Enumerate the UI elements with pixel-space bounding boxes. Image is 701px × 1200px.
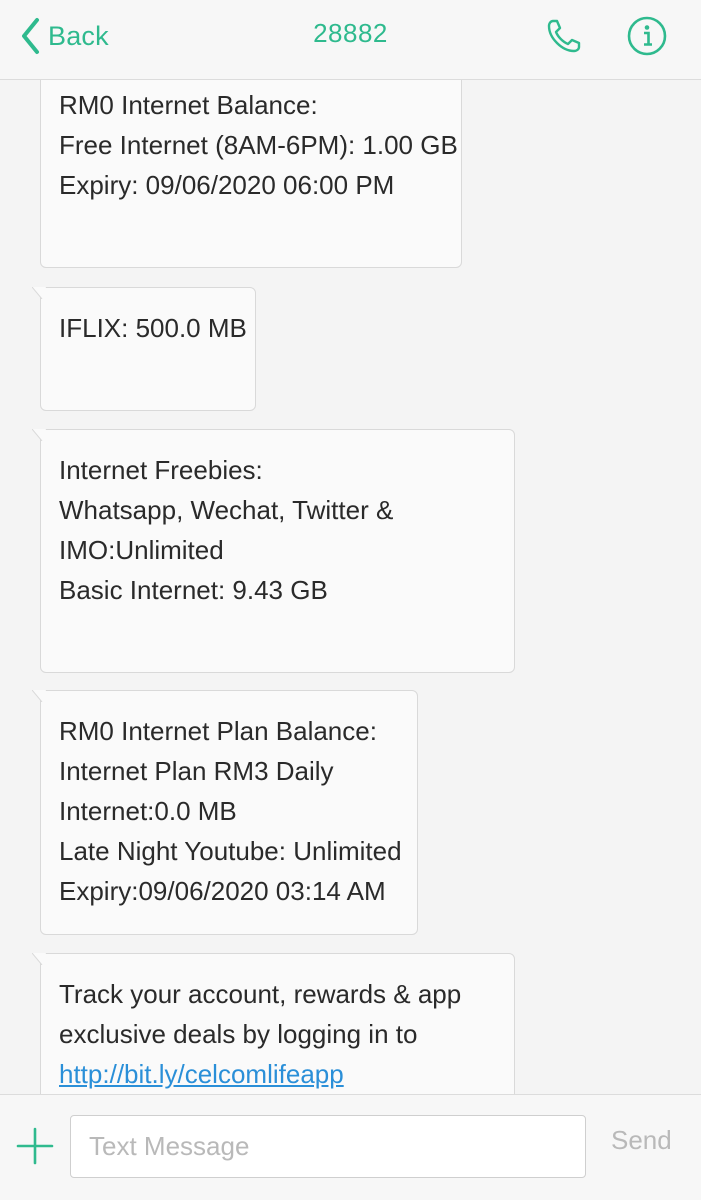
message-line: Expiry:09/06/2020 03:14 AM: [59, 876, 386, 906]
bubble-tail-icon: [32, 287, 46, 299]
message-line: IFLIX: 500.0 MB: [59, 313, 247, 343]
bubble-tail-icon: [32, 690, 46, 702]
message-bubble[interactable]: RM0 Internet Plan Balance: Internet Plan…: [32, 690, 418, 935]
message-line: RM0 Internet Balance:: [59, 90, 318, 120]
bubble-tail-icon: [32, 953, 46, 965]
message-line: Late Night Youtube: Unlimited: [59, 836, 402, 866]
message-line: Basic Internet: 9.43 GB: [59, 575, 328, 605]
message-line: Track your account, rewards & app: [59, 979, 462, 1009]
message-line: Internet:0.0 MB: [59, 796, 237, 826]
send-button[interactable]: Send: [611, 1125, 672, 1156]
message-line: RM0 Internet Plan Balance:: [59, 716, 377, 746]
phone-icon[interactable]: [544, 16, 584, 56]
conversation-title: 28882: [313, 18, 388, 48]
message-bubble[interactable]: Internet Freebies: Whatsapp, Wechat, Twi…: [32, 429, 515, 673]
message-line: Free Internet (8AM-6PM): 1.00 GB: [59, 130, 458, 160]
plus-icon[interactable]: [16, 1127, 54, 1165]
bubble-tail-icon: [32, 429, 46, 441]
message-input[interactable]: [70, 1115, 586, 1178]
conversation-header: Back 28882: [0, 0, 701, 80]
message-line: IMO:Unlimited: [59, 535, 224, 565]
message-line: Expiry: 09/06/2020 06:00 PM: [59, 170, 395, 200]
message-bubble[interactable]: RM0 Internet Balance: Free Internet (8AM…: [40, 60, 462, 268]
message-line: exclusive deals by logging in to: [59, 1019, 418, 1049]
message-bubble[interactable]: IFLIX: 500.0 MB: [32, 287, 256, 411]
message-bubble[interactable]: Track your account, rewards & app exclus…: [32, 953, 515, 1094]
message-line: Internet Plan RM3 Daily: [59, 756, 334, 786]
info-icon[interactable]: [626, 15, 668, 57]
message-thread[interactable]: RM0 Internet Balance: Free Internet (8AM…: [0, 0, 701, 1094]
message-link[interactable]: http://bit.ly/celcomlifeapp: [59, 1054, 496, 1094]
message-line: Whatsapp, Wechat, Twitter &: [59, 495, 394, 525]
message-composer: Send: [0, 1094, 701, 1200]
message-line: Internet Freebies:: [59, 455, 263, 485]
